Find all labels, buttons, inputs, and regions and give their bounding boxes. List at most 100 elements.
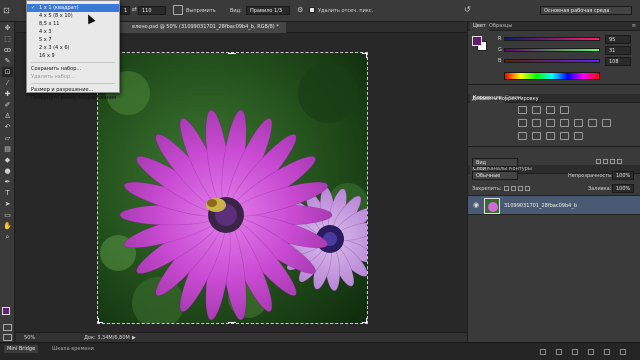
delete-pixels-label[interactable]: Удалить отсеч. пикс. [318,7,373,15]
foreground-color-swatch[interactable] [472,36,482,46]
doc-info[interactable]: Док: 3,34M/6,80M [84,334,130,342]
eye-icon[interactable]: ◉ [473,201,479,209]
menu-item-5x7[interactable]: 5 x 7 [27,36,119,44]
crop-handle[interactable] [362,53,367,54]
exposure-icon[interactable] [560,106,569,114]
clone-stamp-tool-icon[interactable]: ♙ [2,111,13,121]
menu-item-2x3[interactable]: 2 x 3 (4 x 6) [27,44,119,52]
levels-icon[interactable] [532,106,541,114]
quick-mask-icon[interactable] [3,324,12,331]
fill-field[interactable]: 100% [612,184,634,193]
blend-mode-select[interactable]: Обычные [472,171,518,180]
menu-item-4x3[interactable]: 4 x 3 [27,28,119,36]
view-select[interactable]: Правило 1/3 [246,6,290,15]
tab-mini-bridge[interactable]: Mini Bridge [4,345,39,353]
menu-item-size-resolution[interactable]: Размер и разрешение... [27,86,119,94]
eyedropper-tool-icon[interactable]: ⁄ [2,78,13,88]
zoom-tool-icon[interactable]: ⌕ [2,232,13,242]
tab-swatches[interactable]: Образцы [486,22,515,31]
delete-pixels-checkbox[interactable] [309,7,315,13]
menu-item-1x1[interactable]: ✓ 1 x 1 (квадрат) [27,4,119,12]
hand-tool-icon[interactable]: ✋ [2,221,13,231]
crop-handle[interactable] [366,318,367,323]
curves-icon[interactable] [546,106,555,114]
vibrance-icon[interactable] [518,119,527,127]
gradient-map-icon[interactable] [560,132,569,140]
crop-handle[interactable] [366,53,367,58]
brightness-contrast-icon[interactable] [518,106,527,114]
quick-select-tool-icon[interactable]: ✎ [2,56,13,66]
straighten-icon[interactable] [173,5,183,15]
panel-icon[interactable] [572,349,578,355]
panel-icon[interactable] [588,349,594,355]
ratio-width-field[interactable]: 1 [120,6,130,15]
channel-b-value[interactable]: 108 [605,57,631,66]
posterize-icon[interactable] [532,132,541,140]
shape-tool-icon[interactable]: ▭ [2,210,13,220]
selective-color-icon[interactable] [574,132,583,140]
crop-handle[interactable] [98,318,99,323]
layer-filter-icons[interactable] [596,159,634,165]
blur-tool-icon[interactable]: ◆ [2,155,13,165]
channel-mixer-icon[interactable] [588,119,597,127]
screen-mode-icon[interactable] [3,334,12,341]
invert-icon[interactable] [518,132,527,140]
marquee-tool-icon[interactable]: ⬚ [2,34,13,44]
lock-icons[interactable] [504,186,534,192]
dodge-tool-icon[interactable]: ● [2,166,13,176]
path-select-tool-icon[interactable]: ➤ [2,199,13,209]
zoom-level[interactable]: 50% [24,334,35,342]
lasso-tool-icon[interactable]: ꝏ [2,45,13,55]
status-arrow-icon[interactable]: ▶ [132,335,136,341]
color-balance-icon[interactable] [546,119,555,127]
reset-icon[interactable]: ↺ [464,5,471,14]
channel-r-value[interactable]: 95 [605,35,631,44]
opacity-field[interactable]: 100% [612,171,634,180]
straighten-label[interactable]: Выпрямить [186,7,216,15]
workspace-select[interactable]: Основная рабочая среда [540,6,632,15]
move-tool-icon[interactable]: ✥ [2,23,13,33]
panel-menu-icon[interactable]: ≡ [632,23,636,29]
trash-icon[interactable] [620,349,626,355]
hue-saturation-icon[interactable] [532,119,541,127]
layer-row[interactable]: ◉ 31099031701_28fbac09b4_b [468,195,640,215]
tab-timeline[interactable]: Шкала времени [52,345,94,353]
menu-item-8-5x11[interactable]: 8,5 x 11 [27,20,119,28]
crop-tool-icon[interactable]: ⊡ [2,67,13,77]
black-white-icon[interactable] [560,119,569,127]
ratio-height-field[interactable]: 110 [138,6,166,15]
menu-item-rotate-crop[interactable]: Повернуть рамку кадрирования [27,94,119,102]
layer-name[interactable]: 31099031701_28fbac09b4_b [504,202,577,210]
brush-tool-icon[interactable]: ✐ [2,100,13,110]
panel-icon[interactable] [556,349,562,355]
layer-filter-select[interactable]: Вид [472,158,518,167]
history-brush-tool-icon[interactable]: ↶ [2,122,13,132]
color-spectrum[interactable] [504,72,600,80]
photo-filter-icon[interactable] [574,119,583,127]
gear-icon[interactable]: ⚙ [297,6,303,14]
crop-handle[interactable] [362,322,367,323]
swap-icon[interactable]: ⇄ [132,6,137,13]
color-lookup-icon[interactable] [602,119,611,127]
channel-g-slider[interactable] [504,48,600,52]
panel-icon[interactable] [604,349,610,355]
panel-icon[interactable] [540,349,546,355]
menu-item-save-preset[interactable]: Сохранить набор... [27,65,119,73]
document-tab[interactable]: еленo.psd @ 50% (31099031701_28fbac09b4_… [116,22,286,33]
channel-r-slider[interactable] [504,37,600,41]
eraser-tool-icon[interactable]: ▱ [2,133,13,143]
crop-handle[interactable] [228,322,236,323]
pen-tool-icon[interactable]: ✒ [2,177,13,187]
foreground-color-swatch[interactable] [2,307,10,315]
healing-tool-icon[interactable]: ✚ [2,89,13,99]
channel-g-value[interactable]: 31 [605,46,631,55]
channel-b-slider[interactable] [504,59,600,63]
gradient-tool-icon[interactable]: ▤ [2,144,13,154]
crop-handle[interactable] [228,53,236,54]
type-tool-icon[interactable]: T [2,188,13,198]
menu-item-16x9[interactable]: 16 x 9 [27,52,119,60]
threshold-icon[interactable] [546,132,555,140]
menu-item-4x5[interactable]: 4 x 5 (8 x 10) [27,12,119,20]
crop-frame[interactable] [97,52,368,324]
crop-tool-icon[interactable]: ⊡ [3,6,17,16]
